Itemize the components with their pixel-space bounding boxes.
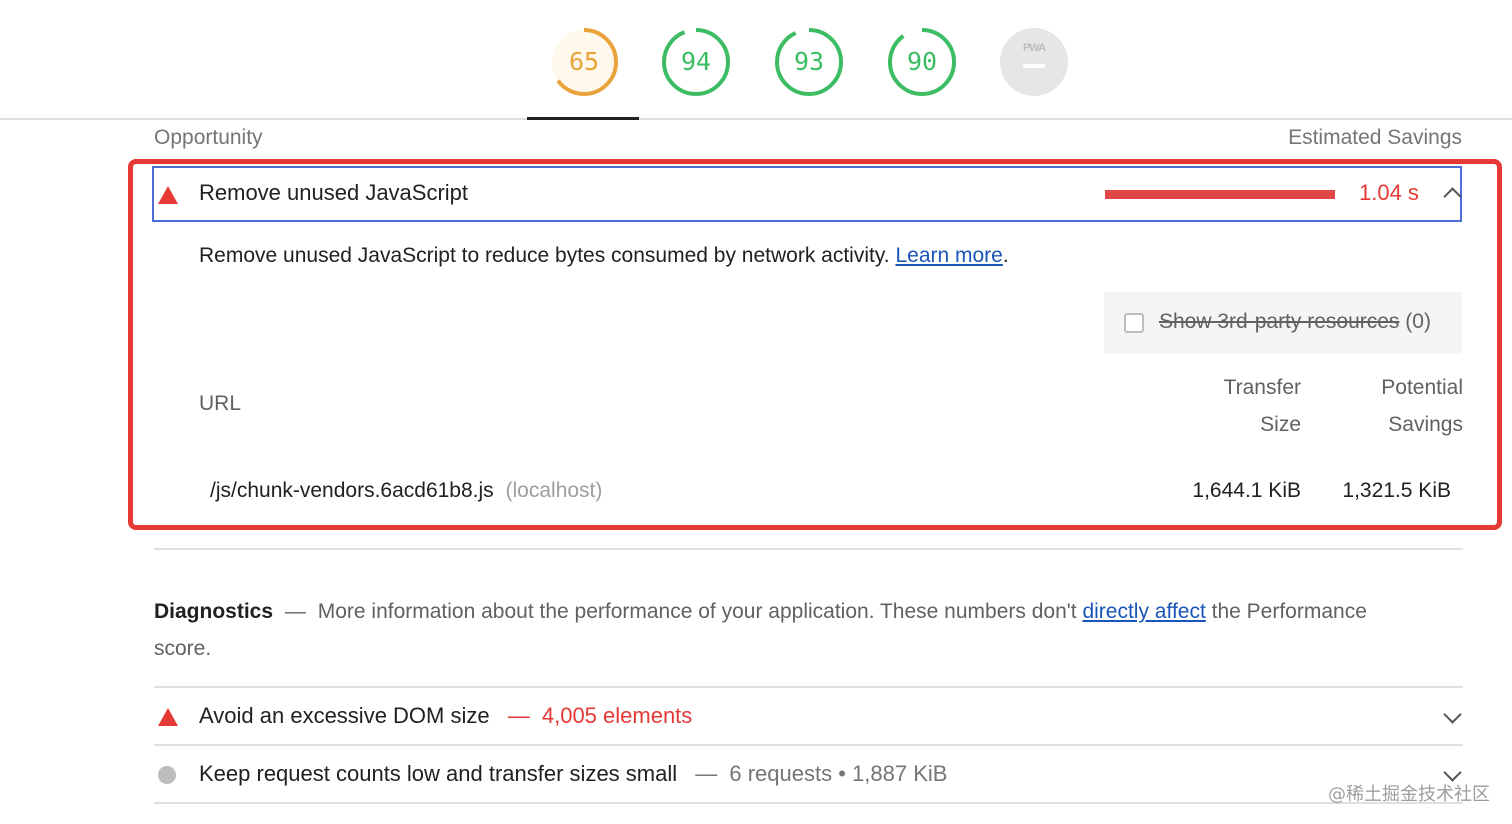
audit-item-title: Keep request counts low and transfer siz… [199, 761, 947, 787]
pwa-badge[interactable]: PWA [1000, 28, 1070, 98]
pwa-circle [1000, 28, 1068, 96]
request-counts-title: Keep request counts low and transfer siz… [199, 761, 678, 786]
estimated-savings-column-header: Estimated Savings [1288, 126, 1462, 149]
directly-affect-link[interactable]: directly affect [1082, 600, 1205, 623]
watermark: @稀土掘金技术社区 [1328, 784, 1490, 805]
score-value: 65 [568, 47, 600, 76]
dom-size-title: Avoid an excessive DOM size [199, 703, 490, 728]
score-value: 94 [680, 47, 712, 76]
audit-divider [154, 802, 1463, 804]
highlight-annotation-box [128, 159, 1502, 530]
pwa-dash-icon [1023, 64, 1045, 68]
diagnostics-dash: — [284, 600, 306, 623]
request-counts-dash: — [695, 761, 718, 786]
info-dot-icon [158, 766, 176, 784]
active-tab-indicator [527, 117, 639, 120]
opportunity-column-header: Opportunity [154, 126, 263, 149]
section-divider [154, 548, 1463, 550]
score-gauge-accessibility[interactable]: 94 [661, 27, 731, 97]
dom-size-detail: 4,005 elements [541, 703, 693, 728]
score-value: 90 [906, 47, 938, 76]
diagnostics-title: Diagnostics [154, 600, 274, 623]
score-gauge-performance[interactable]: 65 [549, 27, 619, 97]
audit-item-title: Avoid an excessive DOM size — 4,005 elem… [199, 703, 692, 729]
dom-size-dash: — [507, 703, 530, 728]
tab-divider [0, 118, 1512, 120]
score-gauge-seo[interactable]: 90 [887, 27, 957, 97]
pwa-label: PWA [1022, 42, 1046, 54]
diagnostics-header: Diagnostics — More information about the… [154, 593, 1404, 667]
score-gauge-best-practices[interactable]: 93 [774, 27, 844, 97]
request-counts-detail: 6 requests • 1,887 KiB [729, 761, 948, 786]
diagnostics-description: More information about the performance o… [317, 600, 1077, 623]
fail-triangle-icon [158, 708, 178, 726]
score-value: 93 [793, 47, 825, 76]
